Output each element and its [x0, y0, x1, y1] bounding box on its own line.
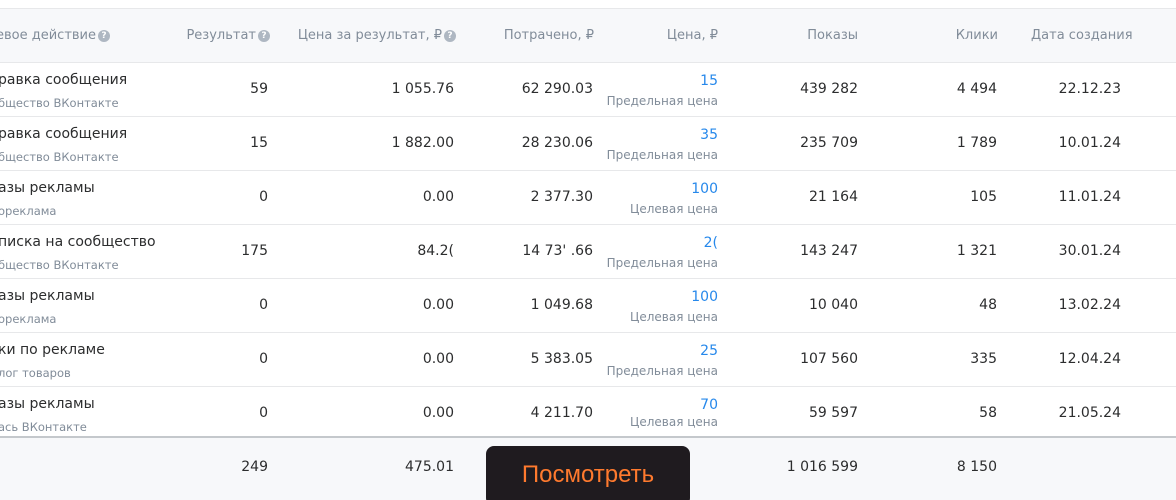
- spent-value: 4 211.70: [530, 405, 593, 421]
- goal-source: лог товаров: [0, 366, 71, 380]
- goal-source: ореклама: [0, 204, 57, 218]
- clicks-value: 48: [979, 297, 997, 313]
- spent-value: 1 049.68: [530, 297, 593, 313]
- table-header: евое действие? Результат? Цена за резуль…: [0, 9, 1176, 63]
- created-date: 13.02.24: [1058, 297, 1121, 313]
- goal-title[interactable]: азы рекламы: [0, 288, 95, 304]
- cost-per-result-value: 0.00: [422, 189, 454, 205]
- goal-source: ась ВКонтакте: [0, 420, 87, 434]
- result-value: 15: [250, 135, 268, 151]
- impressions-value: 10 040: [809, 297, 858, 313]
- help-icon[interactable]: ?: [258, 30, 270, 42]
- goal-title[interactable]: равка сообщения: [0, 126, 127, 142]
- price-link[interactable]: 70: [700, 397, 718, 413]
- created-date: 21.05.24: [1058, 405, 1121, 421]
- total-clicks: 8 150: [956, 459, 997, 475]
- table-row[interactable]: писка на сообщество бщество ВКонтакте 17…: [0, 225, 1176, 279]
- goal-source: ореклама: [0, 312, 57, 326]
- help-icon[interactable]: ?: [444, 30, 456, 42]
- header-spent[interactable]: Потрачено, ₽: [504, 9, 594, 62]
- spent-value: 14 73' .66: [522, 243, 593, 259]
- goal-source: бщество ВКонтакте: [0, 150, 119, 164]
- impressions-value: 107 560: [800, 351, 858, 367]
- header-price[interactable]: Цена, ₽: [667, 9, 718, 62]
- result-value: 0: [259, 297, 268, 313]
- impressions-value: 21 164: [809, 189, 858, 205]
- price-link[interactable]: 100: [691, 289, 718, 305]
- goal-title[interactable]: азы рекламы: [0, 396, 95, 412]
- header-goal-label: евое действие: [0, 28, 97, 43]
- impressions-value: 143 247: [800, 243, 858, 259]
- result-value: 175: [241, 243, 268, 259]
- total-cost-per-result: 475.01: [405, 459, 454, 475]
- clicks-value: 58: [979, 405, 997, 421]
- price-link[interactable]: 25: [700, 343, 718, 359]
- price-type: Предельная цена: [606, 94, 718, 108]
- goal-source: бщество ВКонтакте: [0, 96, 119, 110]
- spent-value: 28 230.06: [521, 135, 593, 151]
- total-impressions: 1 016 599: [786, 459, 858, 475]
- created-date: 30.01.24: [1058, 243, 1121, 259]
- header-impressions[interactable]: Показы: [807, 9, 858, 62]
- clicks-value: 1 789: [956, 135, 997, 151]
- price-type: Предельная цена: [606, 148, 718, 162]
- header-cost-per-result-label: Цена за результат, ₽: [297, 28, 442, 43]
- spent-value: 2 377.30: [530, 189, 593, 205]
- help-icon[interactable]: ?: [98, 30, 111, 42]
- header-result[interactable]: Результат?: [186, 9, 270, 62]
- goal-source: бщество ВКонтакте: [0, 258, 119, 272]
- cost-per-result-value: 1 882.00: [391, 135, 454, 151]
- goal-title[interactable]: азы рекламы: [0, 180, 95, 196]
- price-link[interactable]: 2(: [704, 235, 718, 251]
- price-link[interactable]: 35: [700, 127, 718, 143]
- impressions-value: 439 282: [800, 81, 858, 97]
- spent-value: 62 290.03: [521, 81, 593, 97]
- price-link[interactable]: 15: [700, 73, 718, 89]
- header-result-label: Результат: [186, 28, 256, 43]
- result-value: 0: [259, 405, 268, 421]
- spent-value: 5 383.05: [530, 351, 593, 367]
- impressions-value: 59 597: [809, 405, 858, 421]
- price-type: Целевая цена: [630, 415, 718, 429]
- created-date: 12.04.24: [1058, 351, 1121, 367]
- clicks-value: 4 494: [956, 81, 997, 97]
- created-date: 10.01.24: [1058, 135, 1121, 151]
- goal-title[interactable]: писка на сообщество: [0, 234, 156, 250]
- price-type: Предельная цена: [606, 364, 718, 378]
- goal-title[interactable]: равка сообщения: [0, 72, 127, 88]
- header-created[interactable]: Дата создания: [1031, 9, 1133, 62]
- price-link[interactable]: 100: [691, 181, 718, 197]
- cost-per-result-value: 0.00: [422, 405, 454, 421]
- created-date: 11.01.24: [1058, 189, 1121, 205]
- header-goal[interactable]: евое действие?: [0, 9, 111, 62]
- clicks-value: 1 321: [956, 243, 997, 259]
- cost-per-result-value: 84.2(: [417, 243, 454, 259]
- clicks-value: 335: [970, 351, 997, 367]
- campaign-stats-table: евое действие? Результат? Цена за резуль…: [0, 0, 1176, 500]
- price-type: Предельная цена: [606, 256, 718, 270]
- header-clicks[interactable]: Клики: [956, 9, 998, 62]
- table-row[interactable]: ки по рекламе лог товаров 0 0.00 5 383.0…: [0, 333, 1176, 387]
- cost-per-result-value: 0.00: [422, 297, 454, 313]
- table-row[interactable]: азы рекламы ореклама 0 0.00 1 049.68 100…: [0, 279, 1176, 333]
- clicks-value: 105: [970, 189, 997, 205]
- cost-per-result-value: 1 055.76: [391, 81, 454, 97]
- result-value: 59: [250, 81, 268, 97]
- price-type: Целевая цена: [630, 310, 718, 324]
- created-date: 22.12.23: [1058, 81, 1121, 97]
- table-row[interactable]: равка сообщения бщество ВКонтакте 59 1 0…: [0, 63, 1176, 117]
- header-cost-per-result[interactable]: Цена за результат, ₽?: [298, 9, 456, 62]
- table-row[interactable]: азы рекламы ореклама 0 0.00 2 377.30 100…: [0, 171, 1176, 225]
- table-row[interactable]: равка сообщения бщество ВКонтакте 15 1 8…: [0, 117, 1176, 171]
- total-result: 249: [241, 459, 268, 475]
- view-button[interactable]: Посмотреть: [486, 446, 690, 500]
- goal-title[interactable]: ки по рекламе: [0, 342, 105, 358]
- result-value: 0: [259, 189, 268, 205]
- impressions-value: 235 709: [800, 135, 858, 151]
- result-value: 0: [259, 351, 268, 367]
- cost-per-result-value: 0.00: [422, 351, 454, 367]
- table-row[interactable]: азы рекламы ась ВКонтакте 0 0.00 4 211.7…: [0, 387, 1176, 436]
- price-type: Целевая цена: [630, 202, 718, 216]
